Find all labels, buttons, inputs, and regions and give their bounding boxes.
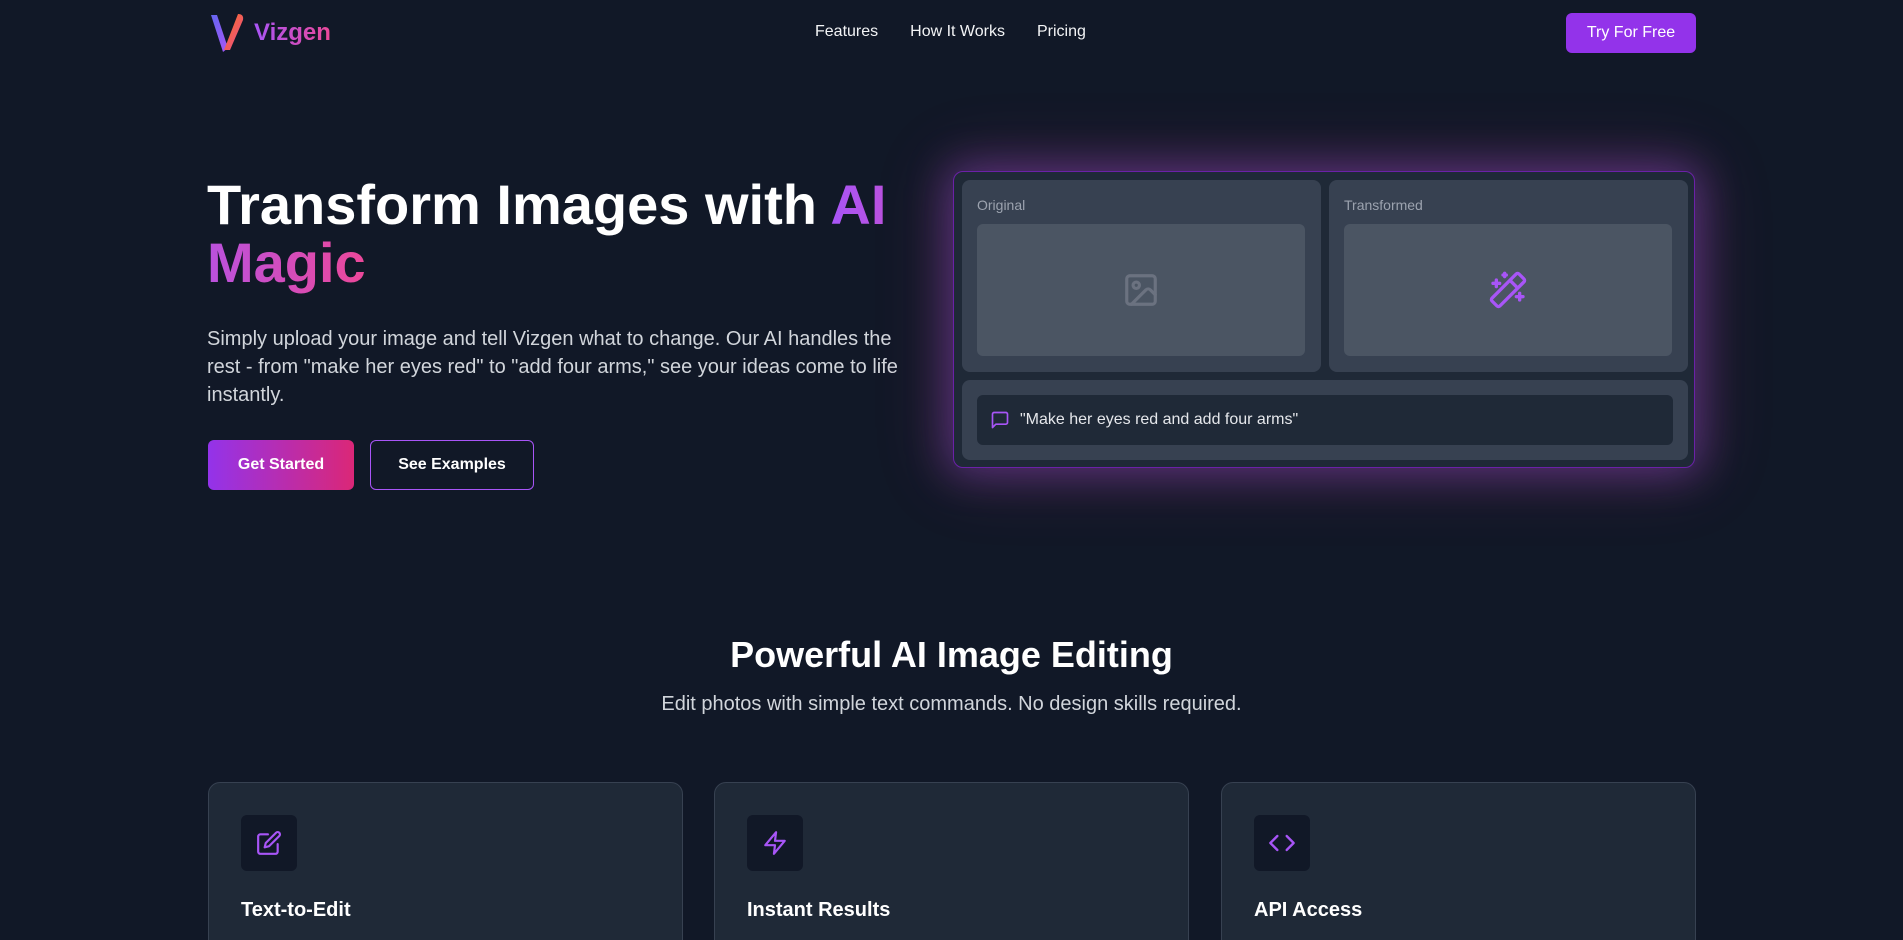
feature-card-instant-results: Instant Results	[714, 782, 1189, 940]
brand-logo[interactable]: Vizgen	[208, 12, 331, 54]
prompt-text: "Make her eyes red and add four arms"	[1020, 411, 1299, 428]
transformed-image-placeholder	[1344, 224, 1672, 356]
feature-icon-box	[1254, 815, 1310, 871]
get-started-button[interactable]: Get Started	[208, 440, 354, 490]
brand-name: Vizgen	[254, 19, 331, 46]
transformed-pane: Transformed	[1329, 180, 1688, 372]
nav-link-pricing[interactable]: Pricing	[1037, 23, 1086, 41]
features-subtitle: Edit photos with simple text commands. N…	[661, 693, 1242, 715]
page: Vizgen Features How It Works Pricing Try…	[0, 0, 1903, 940]
try-for-free-button[interactable]: Try For Free	[1566, 13, 1696, 53]
original-pane: Original	[962, 180, 1321, 372]
see-examples-button[interactable]: See Examples	[370, 440, 534, 490]
prompt-box: "Make her eyes red and add four arms"	[977, 395, 1673, 445]
original-image-placeholder	[977, 224, 1305, 356]
hero-title: Transform Images with AI Magic	[207, 176, 907, 292]
features-title: Powerful AI Image Editing	[730, 634, 1173, 675]
lightning-icon	[764, 831, 786, 855]
original-label: Original	[977, 197, 1026, 213]
prompt-panel: "Make her eyes red and add four arms"	[962, 380, 1688, 460]
demo-preview-card: Original Transformed "Make her eyes red …	[953, 171, 1695, 468]
hero-description: Simply upload your image and tell Vizgen…	[207, 328, 898, 406]
code-icon	[1269, 834, 1295, 852]
hero-title-plain: Transform Images with	[207, 173, 831, 236]
feature-card-title: API Access	[1254, 899, 1363, 921]
feature-card-text-to-edit: Text-to-Edit	[208, 782, 683, 940]
nav-link-how-it-works[interactable]: How It Works	[910, 23, 1005, 41]
feature-card-api-access: API Access	[1221, 782, 1696, 940]
top-nav: Vizgen Features How It Works Pricing Try…	[0, 0, 1903, 66]
nav-links: Features How It Works Pricing	[815, 23, 1086, 41]
feature-icon-box	[241, 815, 297, 871]
chat-bubble-icon	[991, 411, 1009, 429]
nav-link-features[interactable]: Features	[815, 23, 878, 41]
feature-card-title: Instant Results	[747, 899, 891, 921]
magic-wand-icon	[1489, 271, 1527, 309]
image-icon	[1125, 274, 1157, 306]
v-logo-icon	[211, 14, 244, 52]
feature-card-title: Text-to-Edit	[241, 899, 351, 921]
edit-icon	[257, 831, 281, 855]
feature-icon-box	[747, 815, 803, 871]
transformed-label: Transformed	[1344, 197, 1423, 213]
